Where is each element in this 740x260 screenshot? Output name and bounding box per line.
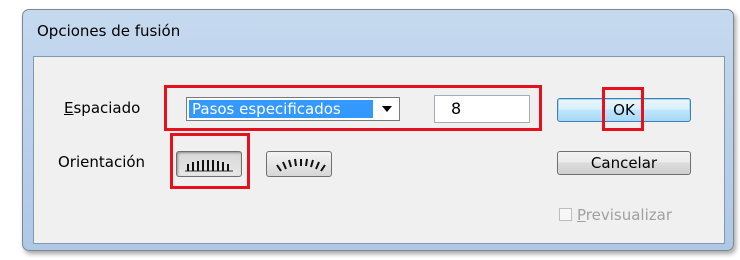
spacing-mode-dropdown[interactable]: Pasos especificados <box>186 97 400 121</box>
align-to-path-button[interactable] <box>266 151 332 177</box>
steps-input[interactable]: 8 <box>434 95 530 123</box>
align-to-page-icon <box>185 160 233 172</box>
stage: Opciones de fusión Espaciado Pasos espec… <box>0 0 740 260</box>
preview-label-rest: revisualizar <box>585 206 672 224</box>
align-to-path-icon <box>276 158 326 172</box>
dialog-client-area: Espaciado Pasos especificados 8 OK Cance… <box>33 56 725 244</box>
spacing-label: Espaciado <box>64 99 140 117</box>
preview-label: Previsualizar <box>577 206 672 224</box>
chevron-down-icon[interactable] <box>379 102 395 116</box>
preview-checkbox[interactable] <box>559 208 572 221</box>
preview-label-mnemonic: P <box>577 206 586 224</box>
cancel-button[interactable]: Cancelar <box>557 151 691 175</box>
dialog-title: Opciones de fusión <box>37 22 181 40</box>
ok-button[interactable]: OK <box>557 98 691 122</box>
align-to-page-button[interactable] <box>176 151 242 177</box>
orientation-label: Orientación <box>58 153 146 171</box>
blend-options-dialog: Opciones de fusión Espaciado Pasos espec… <box>22 9 734 251</box>
spacing-mode-value: Pasos especificados <box>189 100 373 118</box>
spacing-label-rest: spaciado <box>73 99 141 117</box>
